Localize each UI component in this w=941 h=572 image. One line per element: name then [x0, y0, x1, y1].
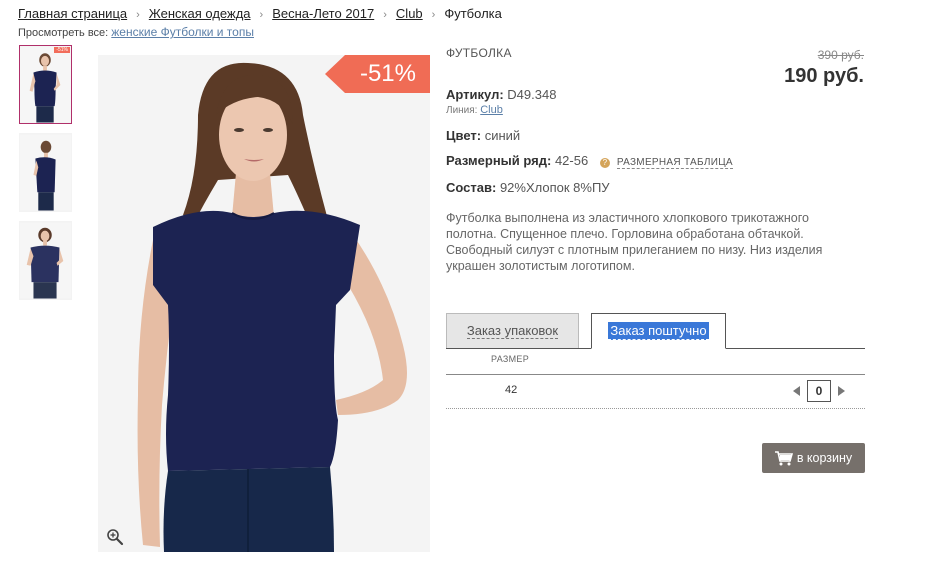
sizes-value: 42-56	[554, 153, 589, 168]
tab-order-packs[interactable]: Заказ упаковок	[446, 313, 579, 348]
view-all-label: Просмотреть все:	[18, 27, 109, 39]
main-product-image[interactable]: -51%	[98, 55, 430, 552]
add-to-cart-label: в корзину	[796, 451, 853, 465]
color-value: синий	[484, 128, 521, 143]
quantity-input[interactable]: 0	[807, 380, 831, 402]
add-to-cart-button[interactable]: в корзину	[762, 443, 865, 473]
breadcrumb-club[interactable]: Club	[396, 6, 423, 21]
increase-arrow-icon[interactable]	[838, 386, 845, 396]
thumbnail-photo-front	[20, 46, 71, 123]
product-title: ФУТБОЛКА	[446, 46, 512, 60]
color-row: Цвет: синий	[446, 128, 520, 143]
breadcrumb-womens-clothing[interactable]: Женская одежда	[149, 6, 251, 21]
breadcrumb-separator: ›	[136, 9, 140, 21]
composition-row: Состав: 92%Хлопок 8%ПУ	[446, 180, 610, 195]
price: 190 руб.	[784, 65, 864, 87]
thumbnail-photo-plus	[20, 222, 71, 299]
divider	[446, 408, 865, 409]
size-value: 42	[505, 384, 518, 396]
size-table-link[interactable]: РАЗМЕРНАЯ ТАБЛИЦА	[616, 157, 733, 169]
composition-label: Состав:	[446, 180, 497, 195]
article-value: D49.348	[507, 87, 557, 102]
thumbnail-gallery: -51%	[19, 45, 72, 309]
size-column-header: РАЗМЕР	[491, 354, 530, 364]
breadcrumb-spring-summer[interactable]: Весна-Лето 2017	[272, 6, 374, 21]
zoom-icon[interactable]	[106, 528, 124, 546]
thumbnail-3[interactable]	[19, 221, 72, 300]
help-icon: ?	[599, 158, 610, 168]
tab-order-packs-label: Заказ упаковок	[466, 323, 559, 339]
tab-order-single[interactable]: Заказ поштучно	[591, 313, 726, 349]
breadcrumb-separator: ›	[383, 9, 387, 21]
thumbnail-photo-side	[20, 134, 71, 211]
line-link[interactable]: Club	[480, 104, 503, 116]
old-price: 390 руб.	[817, 48, 864, 62]
thumbnail-discount-badge: -51%	[54, 47, 70, 53]
divider	[446, 374, 865, 375]
size-table[interactable]: ? РАЗМЕРНАЯ ТАБЛИЦА	[599, 157, 733, 169]
breadcrumb-separator: ›	[259, 9, 264, 21]
breadcrumb-home[interactable]: Главная страница	[18, 6, 127, 21]
view-all: Просмотреть все: женские Футболки и топы	[18, 25, 254, 39]
decrease-arrow-icon[interactable]	[793, 386, 800, 396]
discount-badge: -51%	[325, 55, 430, 93]
sizes-label: Размерный ряд:	[446, 153, 552, 168]
breadcrumb-current: Футболка	[444, 6, 502, 21]
cart-icon	[774, 450, 793, 465]
article-row: Артикул: D49.348	[446, 87, 556, 102]
breadcrumb: Главная страница › Женская одежда › Весна-Ле…	[18, 6, 502, 21]
line-row: Линия: Club	[446, 104, 503, 116]
view-all-link[interactable]: женские Футболки и топы	[111, 25, 254, 39]
composition-value: 92%Хлопок 8%ПУ	[499, 180, 610, 195]
tab-order-single-label: Заказ поштучно	[608, 322, 709, 340]
thumbnail-1[interactable]: -51%	[19, 45, 72, 124]
order-tabs: Заказ упаковок Заказ поштучно	[446, 313, 865, 349]
thumbnail-2[interactable]	[19, 133, 72, 212]
breadcrumb-separator: ›	[431, 9, 436, 21]
article-label: Артикул:	[446, 87, 504, 102]
quantity-stepper: 0	[793, 380, 845, 402]
line-label: Линия:	[446, 105, 478, 116]
product-photo	[98, 55, 430, 552]
product-description: Футболка выполнена из эластичного хлопко…	[446, 211, 823, 273]
sizes-row: Размерный ряд: 42-56 ? РАЗМЕРНАЯ ТАБЛИЦА	[446, 153, 733, 169]
color-label: Цвет:	[446, 128, 482, 143]
